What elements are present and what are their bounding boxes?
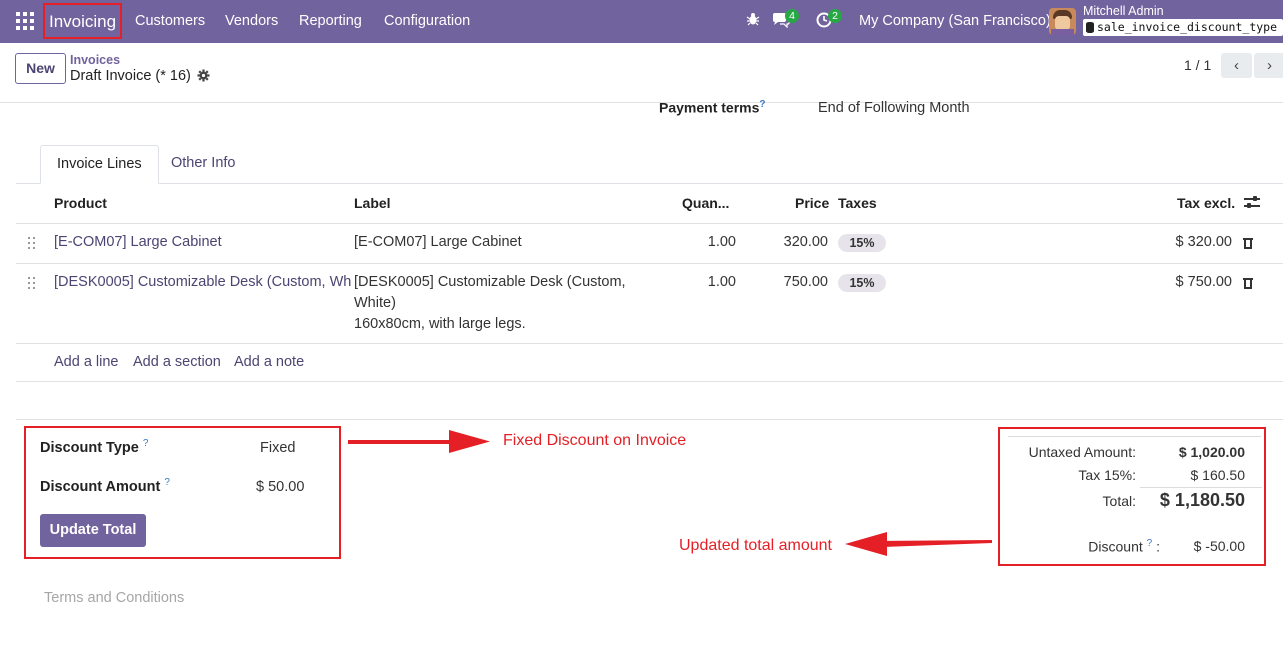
add-line-link[interactable]: Add a line	[54, 354, 119, 370]
annotation-updated-total: Updated total amount	[679, 537, 832, 554]
top-navbar: Invoicing Customers Vendors Reporting Co…	[0, 0, 1283, 43]
total-label: Total:	[1102, 493, 1136, 509]
row2-label-line2[interactable]: White)	[354, 295, 396, 311]
row-divider	[16, 343, 1283, 344]
row2-subtotal: $ 750.00	[1175, 274, 1232, 290]
totals-divider	[1008, 436, 1261, 437]
column-quantity[interactable]: Quan...	[682, 195, 729, 211]
drag-handle-icon[interactable]	[28, 277, 36, 289]
tax-label: Tax 15%:	[1078, 467, 1136, 483]
row2-price[interactable]: 750.00	[760, 274, 828, 290]
untaxed-amount-value: $ 1,020.00	[1178, 444, 1245, 460]
delete-row-icon[interactable]	[1243, 237, 1253, 249]
discount-type-label: Discount Type ?	[40, 438, 149, 456]
menu-configuration[interactable]: Configuration	[384, 0, 470, 43]
bug-icon[interactable]	[744, 12, 762, 30]
totals-divider	[1140, 487, 1262, 488]
messages-badge: 4	[785, 9, 799, 23]
column-tax-excluded[interactable]: Tax excl.	[1177, 195, 1235, 211]
pager-previous-icon[interactable]: ‹	[1221, 53, 1252, 78]
discount-type-value[interactable]: Fixed	[260, 440, 295, 456]
user-avatar[interactable]	[1049, 8, 1076, 35]
row1-subtotal: $ 320.00	[1175, 234, 1232, 250]
row2-quantity[interactable]: 1.00	[680, 274, 736, 290]
delete-row-icon[interactable]	[1243, 277, 1253, 289]
row-divider	[16, 419, 1283, 420]
row-divider	[16, 381, 1283, 382]
activities-badge: 2	[828, 9, 842, 23]
drag-handle-icon[interactable]	[28, 237, 36, 249]
database-icon	[1086, 22, 1094, 33]
user-name[interactable]: Mitchell Admin	[1083, 4, 1164, 18]
add-section-link[interactable]: Add a section	[133, 354, 221, 370]
row2-label-line1[interactable]: [DESK0005] Customizable Desk (Custom,	[354, 274, 626, 290]
tax-value: $ 160.50	[1190, 467, 1246, 483]
discount-total-label: Discount ? :	[1088, 538, 1160, 555]
form-sheet	[16, 103, 1283, 656]
discount-total-value: $ -50.00	[1193, 538, 1245, 554]
untaxed-amount-label: Untaxed Amount:	[1028, 444, 1136, 460]
control-panel: New Invoices Draft Invoice (* 16) 1 / 1 …	[0, 43, 1283, 103]
row-divider	[16, 223, 1283, 224]
row2-label-line3[interactable]: 160x80cm, with large legs.	[354, 316, 526, 332]
column-product[interactable]: Product	[54, 195, 107, 211]
discount-amount-label: Discount Amount ?	[40, 477, 170, 495]
row2-tax-badge[interactable]: 15%	[838, 274, 886, 292]
database-label: sale_invoice_discount_type	[1097, 20, 1278, 34]
new-button[interactable]: New	[15, 53, 66, 84]
row-divider	[16, 263, 1283, 264]
discount-amount-value[interactable]: $ 50.00	[256, 479, 304, 495]
column-settings-icon[interactable]	[1244, 196, 1260, 210]
payment-terms-label: Payment terms?	[659, 99, 766, 116]
annotation-arrow-right	[348, 430, 490, 453]
total-value: $ 1,180.50	[1159, 490, 1245, 510]
row1-quantity[interactable]: 1.00	[680, 234, 736, 250]
tab-other-info[interactable]: Other Info	[155, 145, 251, 184]
annotation-fixed-discount: Fixed Discount on Invoice	[503, 432, 687, 449]
annotation-arrow-left	[845, 532, 992, 556]
payment-terms-value[interactable]: End of Following Month	[818, 100, 970, 116]
row1-label[interactable]: [E-COM07] Large Cabinet	[354, 234, 522, 250]
breadcrumb-invoices[interactable]: Invoices	[70, 53, 120, 67]
app-grid-icon[interactable]	[16, 12, 34, 30]
update-total-button[interactable]: Update Total	[40, 514, 146, 547]
column-taxes[interactable]: Taxes	[838, 195, 877, 211]
column-label[interactable]: Label	[354, 195, 391, 211]
menu-customers[interactable]: Customers	[135, 0, 205, 43]
terms-and-conditions-field[interactable]: Terms and Conditions	[44, 590, 184, 606]
pager-value[interactable]: 1 / 1	[1184, 57, 1211, 73]
menu-reporting[interactable]: Reporting	[299, 0, 362, 43]
gear-icon[interactable]	[197, 69, 211, 83]
form-tabs: Invoice Lines Other Info	[16, 145, 1283, 184]
column-price[interactable]: Price	[795, 195, 829, 211]
company-switcher[interactable]: My Company (San Francisco)	[859, 0, 1051, 43]
breadcrumb-current: Draft Invoice (* 16)	[70, 68, 191, 84]
tab-invoice-lines[interactable]: Invoice Lines	[40, 145, 159, 184]
row2-product[interactable]: [DESK0005] Customizable Desk (Custom, Wh…	[54, 274, 351, 290]
row1-product[interactable]: [E-COM07] Large Cabinet	[54, 234, 222, 250]
pager-next-icon[interactable]: ›	[1254, 53, 1283, 78]
add-note-link[interactable]: Add a note	[234, 354, 304, 370]
row1-price[interactable]: 320.00	[760, 234, 828, 250]
menu-vendors[interactable]: Vendors	[225, 0, 278, 43]
row1-tax-badge[interactable]: 15%	[838, 234, 886, 252]
database-name: sale_invoice_discount_type	[1083, 19, 1283, 36]
app-name[interactable]: Invoicing	[43, 3, 123, 39]
